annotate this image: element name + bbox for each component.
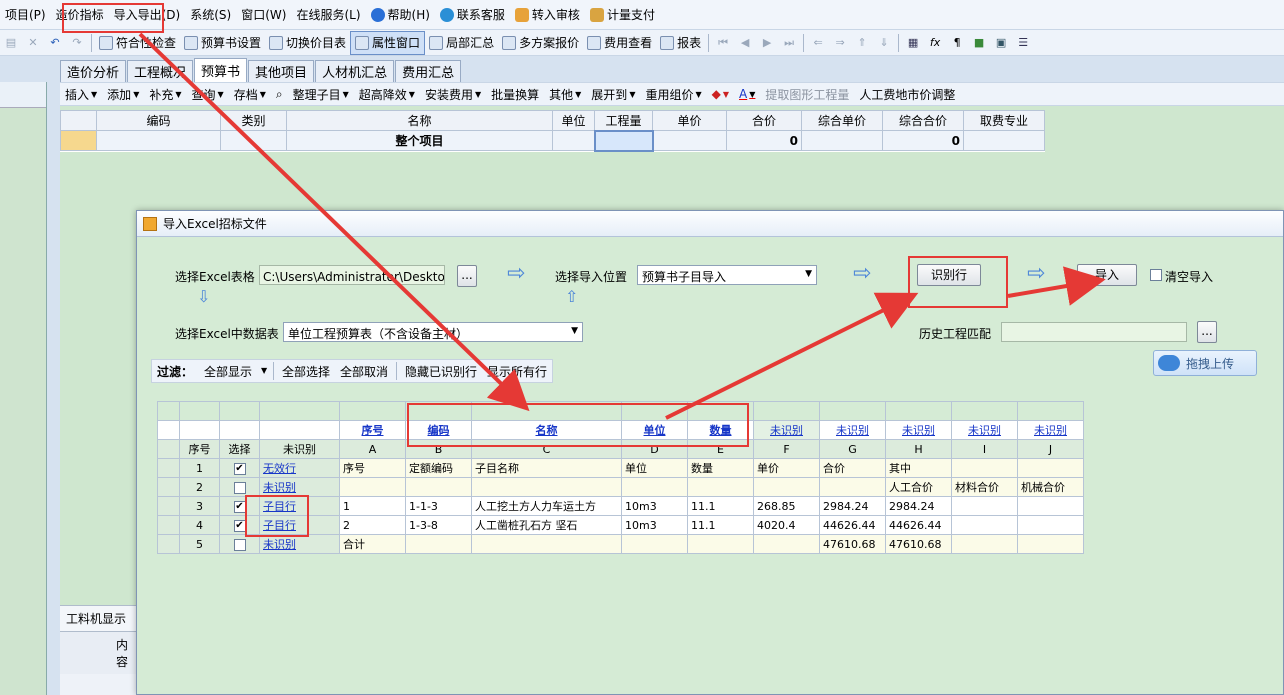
arrow-columns-to-identify [665, 292, 919, 420]
arrow-identify-to-import [1007, 266, 1106, 306]
annotation-arrows [138, 32, 1106, 420]
arrow-menu-to-columns [138, 32, 530, 412]
